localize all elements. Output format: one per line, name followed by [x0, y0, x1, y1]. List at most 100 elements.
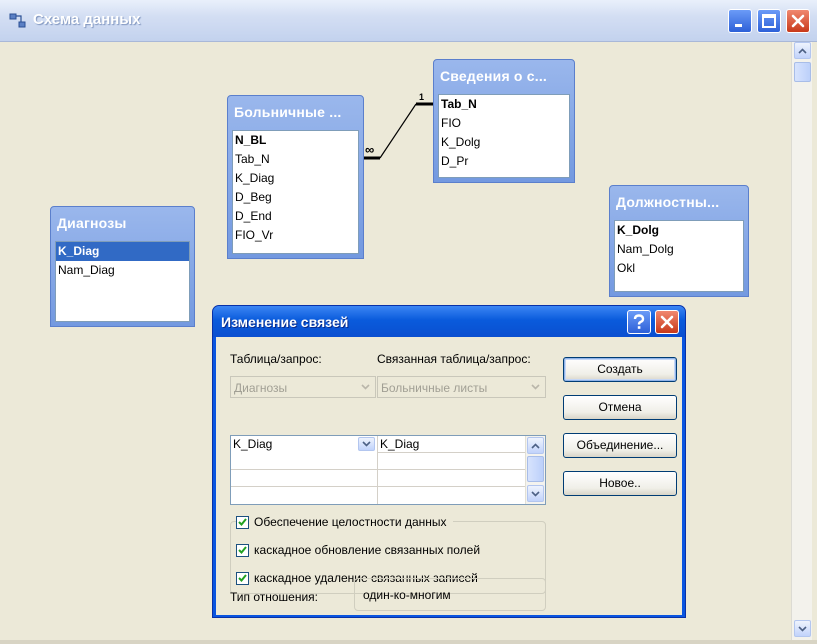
field-item[interactable]: N_BL: [233, 131, 358, 150]
close-icon: [791, 14, 805, 28]
column-separator: [377, 436, 378, 504]
cascade-update-label: каскадное обновление связанных полей: [254, 543, 481, 557]
minimize-icon: [735, 24, 742, 27]
field-list[interactable]: K_Dolg Nam_Dolg Okl: [614, 220, 744, 292]
table-svedeniya[interactable]: Сведения о с... Tab_N FIO K_Dolg D_Pr: [433, 59, 575, 183]
left-field-cell[interactable]: [231, 470, 377, 487]
chevron-down-icon: [530, 384, 540, 390]
field-item[interactable]: D_Beg: [233, 188, 358, 207]
table-title: Должностны...: [616, 194, 720, 210]
right-field-cell[interactable]: K_Diag: [378, 436, 525, 453]
new-button[interactable]: Новое..: [563, 471, 677, 496]
table-row[interactable]: K_Diag K_Diag: [231, 436, 525, 453]
chevron-down-icon: [531, 490, 540, 497]
dialog-body: Таблица/запрос: Связанная таблица/запрос…: [216, 337, 682, 615]
checkmark-icon: [238, 574, 247, 582]
cancel-button[interactable]: Отмена: [563, 395, 677, 420]
relationships-icon: [9, 13, 26, 28]
field-item[interactable]: D_Pr: [439, 152, 569, 171]
table-diagnozy[interactable]: Диагнозы K_Diag Nam_Diag: [50, 206, 195, 327]
right-field-cell[interactable]: [378, 487, 525, 504]
field-item[interactable]: Tab_N: [439, 95, 569, 114]
vertical-scrollbar[interactable]: [791, 42, 812, 640]
scroll-up-button[interactable]: [794, 42, 811, 59]
field-item[interactable]: Tab_N: [233, 150, 358, 169]
table-bolnichnye[interactable]: Больничные ... N_BL Tab_N K_Diag D_Beg D…: [227, 95, 364, 259]
relationship-type-value: один-ко-многим: [363, 588, 451, 602]
table-query-select[interactable]: Диагнозы: [230, 376, 376, 398]
table-title: Сведения о с...: [440, 68, 548, 84]
dialog-close-button[interactable]: [655, 310, 679, 334]
field-list[interactable]: N_BL Tab_N K_Diag D_Beg D_End FIO_Vr: [232, 130, 359, 254]
related-table-select[interactable]: Больничные листы: [377, 376, 546, 398]
field-item[interactable]: K_Diag: [233, 169, 358, 188]
chevron-up-icon: [798, 47, 807, 54]
left-field-value: K_Diag: [233, 437, 273, 451]
dropdown-arrow[interactable]: [356, 378, 374, 396]
field-item[interactable]: K_Dolg: [439, 133, 569, 152]
relationships-window: Схема данных 1 ∞ Больничные ... N_BL Tab…: [0, 0, 817, 644]
table-row[interactable]: [231, 470, 525, 487]
field-list[interactable]: Tab_N FIO K_Dolg D_Pr: [438, 94, 570, 178]
field-item[interactable]: D_End: [233, 207, 358, 226]
field-item[interactable]: Nam_Diag: [56, 261, 189, 280]
field-item[interactable]: K_Dolg: [615, 221, 743, 240]
scroll-down-button[interactable]: [794, 620, 811, 637]
left-field-cell[interactable]: [231, 453, 377, 470]
close-icon: [660, 315, 674, 329]
scroll-thumb[interactable]: [527, 456, 544, 482]
relationship-type-box: один-ко-многим: [354, 578, 546, 611]
related-table-value: Больничные листы: [381, 381, 488, 395]
integrity-checkbox-row[interactable]: Обеспечение целостности данных: [236, 515, 453, 529]
field-item-selected[interactable]: K_Diag: [56, 242, 189, 261]
cascade-update-checkbox-row[interactable]: каскадное обновление связанных полей: [236, 543, 480, 557]
relationship-one-label: 1: [419, 92, 425, 102]
right-field-cell[interactable]: [378, 470, 525, 487]
field-item[interactable]: Nam_Dolg: [615, 240, 743, 259]
window-titlebar[interactable]: Схема данных: [0, 0, 817, 42]
dropdown-arrow[interactable]: [526, 378, 544, 396]
table-title: Больничные ...: [234, 104, 342, 120]
scroll-thumb[interactable]: [794, 62, 811, 82]
left-field-cell[interactable]: K_Diag: [231, 436, 377, 453]
field-item[interactable]: FIO_Vr: [233, 226, 358, 245]
scroll-up-button[interactable]: [527, 437, 544, 454]
chevron-down-icon: [798, 625, 807, 632]
table-title: Диагнозы: [57, 215, 127, 231]
window-title: Схема данных: [33, 11, 141, 28]
help-button[interactable]: [627, 310, 651, 334]
cascade-update-checkbox[interactable]: [236, 543, 249, 557]
cascade-delete-checkbox[interactable]: [236, 571, 249, 585]
checkmark-icon: [238, 518, 247, 526]
close-button[interactable]: [786, 9, 810, 33]
right-field-value: K_Diag: [380, 437, 420, 451]
relationship-type-label: Тип отношения:: [230, 590, 319, 604]
integrity-checkbox[interactable]: [236, 515, 249, 529]
maximize-icon: [762, 14, 776, 28]
join-type-button[interactable]: Объединение...: [563, 433, 677, 458]
grid-scrollbar[interactable]: [525, 436, 545, 504]
field-item[interactable]: Okl: [615, 259, 743, 278]
create-button[interactable]: Создать: [563, 357, 677, 382]
integrity-label: Обеспечение целостности данных: [254, 515, 447, 529]
maximize-button[interactable]: [757, 9, 781, 33]
field-mapping-grid[interactable]: K_Diag K_Diag: [230, 435, 546, 505]
right-field-cell[interactable]: [378, 453, 525, 470]
table-query-label: Таблица/запрос:: [230, 352, 322, 366]
chevron-up-icon: [531, 442, 540, 449]
help-icon: [633, 314, 645, 329]
checkmark-icon: [238, 546, 247, 554]
dialog-titlebar[interactable]: Изменение связей: [213, 306, 685, 337]
table-row[interactable]: [231, 453, 525, 470]
minimize-button[interactable]: [728, 9, 752, 33]
left-field-cell[interactable]: [231, 487, 377, 504]
field-dropdown-button[interactable]: [358, 437, 375, 451]
relationship-many-label: ∞: [365, 142, 375, 157]
table-query-value: Диагнозы: [234, 381, 288, 395]
field-item[interactable]: FIO: [439, 114, 569, 133]
field-list[interactable]: K_Diag Nam_Diag: [55, 241, 190, 322]
table-dolzhnostnye[interactable]: Должностны... K_Dolg Nam_Dolg Okl: [609, 185, 749, 297]
horizontal-scrollbar[interactable]: [0, 640, 817, 644]
table-row[interactable]: [231, 487, 525, 504]
scroll-down-button[interactable]: [527, 485, 544, 502]
